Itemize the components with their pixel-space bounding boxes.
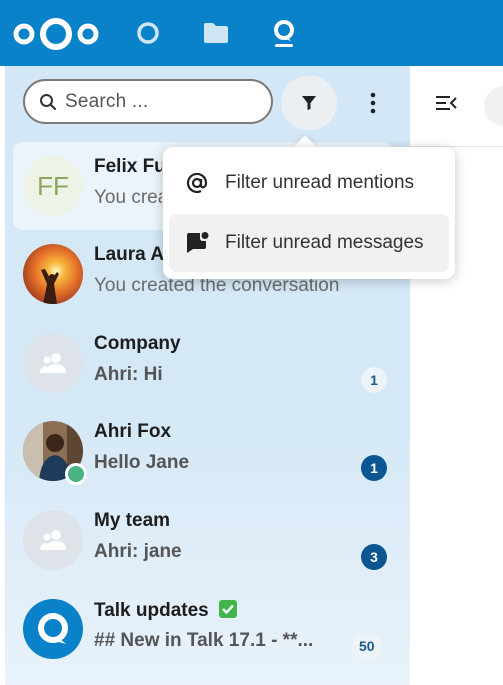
filter-icon — [302, 96, 316, 110]
more-options-button[interactable] — [351, 80, 395, 126]
conversation-avatar-placeholder — [484, 86, 503, 126]
conversation-name: Felix Fu — [94, 156, 162, 177]
conversation-item[interactable]: Ahri Fox Hello Jane 1 — [5, 407, 410, 495]
at-icon — [186, 172, 208, 194]
avatar — [23, 510, 83, 570]
activity-circle-icon[interactable] — [131, 16, 165, 50]
conversation-item[interactable]: Talk updates ## New in Talk 17.1 - **...… — [5, 585, 410, 673]
group-icon — [40, 530, 66, 550]
avatar-initials: FF — [37, 170, 69, 201]
unread-count-badge: 1 — [361, 367, 387, 393]
talk-icon[interactable] — [267, 16, 301, 50]
unread-count-badge: 50 — [352, 633, 382, 659]
unread-count-badge: 3 — [361, 544, 387, 570]
filter-unread-mentions-item[interactable]: Filter unread mentions — [169, 154, 449, 212]
conversation-name: Laura A — [94, 244, 165, 265]
avatar — [23, 599, 83, 659]
talk-logo-icon — [38, 613, 68, 644]
conversation-last-message: ## New in Talk 17.1 - **... — [94, 630, 314, 651]
conversation-item[interactable]: Company Ahri: Hi 1 — [5, 319, 410, 407]
search-icon — [40, 93, 57, 110]
conversation-name: Company — [94, 333, 181, 354]
unread-count-badge: 1 — [361, 455, 387, 481]
message-unread-icon — [187, 232, 209, 253]
search-input[interactable]: Search ... — [23, 79, 273, 124]
conversation-name: Ahri Fox — [94, 421, 172, 442]
conversation-last-message: You crea — [94, 187, 162, 208]
menu-item-label: Filter unread mentions — [225, 172, 415, 193]
filter-unread-messages-item[interactable]: Filter unread messages — [169, 214, 449, 272]
menu-item-label: Filter unread messages — [225, 232, 424, 253]
nextcloud-logo[interactable] — [12, 17, 100, 51]
conversation-last-message: Hello Jane — [94, 452, 190, 473]
search-placeholder: Search ... — [65, 90, 149, 112]
verified-checkmark-icon — [219, 600, 238, 618]
online-status-indicator — [65, 463, 87, 485]
filter-menu: Filter unread mentions Filter unread mes… — [163, 147, 455, 279]
files-folder-icon[interactable] — [199, 16, 233, 50]
avatar — [23, 244, 83, 304]
dots-vertical-icon — [370, 92, 376, 114]
avatar — [23, 333, 83, 393]
group-icon — [40, 353, 66, 373]
avatar: FF — [23, 156, 83, 216]
conversation-last-message: Ahri: jane — [94, 541, 182, 562]
filter-button[interactable] — [281, 76, 337, 130]
top-app-bar — [0, 0, 503, 66]
conversation-name: Talk updates — [94, 599, 238, 622]
conversation-name: My team — [94, 510, 171, 531]
toggle-sidebar-icon[interactable] — [436, 94, 458, 112]
conversation-item[interactable]: My team Ahri: jane 3 — [5, 496, 410, 584]
conversation-last-message: Ahri: Hi — [94, 364, 163, 385]
